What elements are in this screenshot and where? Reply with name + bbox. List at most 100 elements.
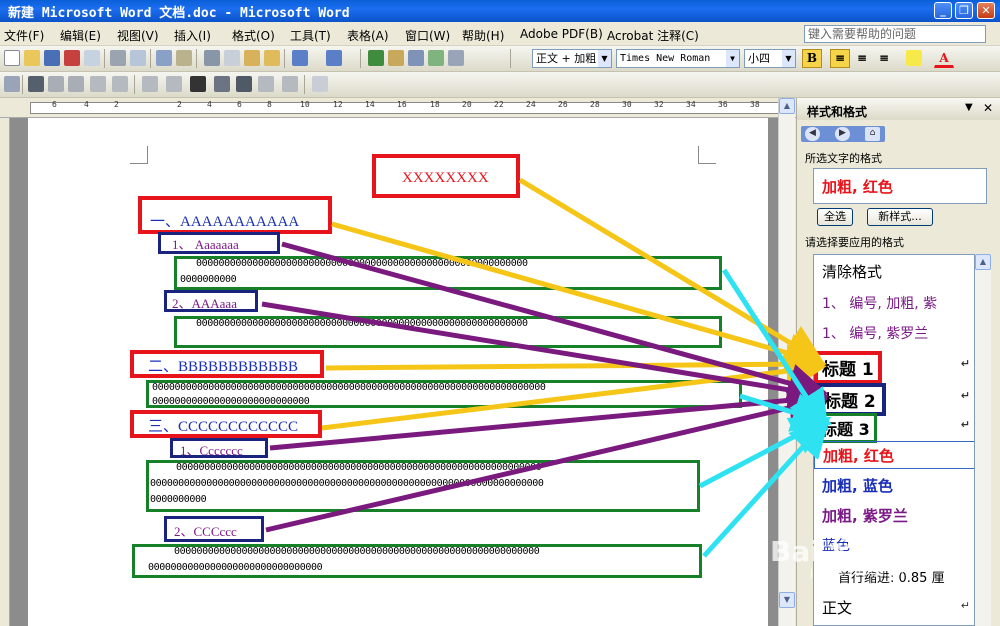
highlight-icon[interactable] [906, 50, 922, 66]
selected-format-value[interactable]: 加粗, 红色 [813, 168, 987, 204]
print-preview-icon[interactable] [130, 50, 146, 66]
align-right-button[interactable]: ≡ [874, 49, 894, 68]
body-text[interactable]: 0000000000000000000000000000000000000000… [152, 382, 546, 393]
redo-icon[interactable] [326, 50, 342, 66]
align-icon[interactable] [90, 76, 106, 92]
permission-icon[interactable] [64, 50, 80, 66]
style-item-heading-1[interactable]: 标题 1 ↵ [814, 351, 974, 384]
body-text[interactable]: 0000000000000000000000000000000000000000… [150, 478, 544, 489]
circle-tool-icon[interactable] [48, 76, 64, 92]
body-text[interactable]: 0000000000000000000000000000000000000000… [196, 258, 528, 269]
body-text[interactable]: 0000000000000000000000000000000 [148, 562, 323, 573]
menu-format[interactable]: 格式(O) [232, 27, 275, 44]
close-icon[interactable]: ✕ [983, 101, 993, 115]
style-item-numbering-violet[interactable]: 1、 编号, 紫罗兰 [814, 323, 974, 343]
scroll-up-icon[interactable]: ▲ [975, 254, 991, 270]
compress-icon[interactable] [236, 76, 252, 92]
horizontal-ruler[interactable]: 6 4 2 2 4 6 8 10 12 14 16 18 20 22 24 26… [0, 98, 800, 118]
print-icon[interactable] [110, 50, 126, 66]
columns-layout-icon[interactable] [28, 76, 44, 92]
heading-1-b[interactable]: 二、BBBBBBBBBBBB [148, 355, 298, 376]
styles-list-scrollbar[interactable]: ▲ [975, 254, 991, 626]
insert-table-icon[interactable] [408, 50, 424, 66]
body-text[interactable]: 0000000000000000000000000000 [152, 396, 310, 407]
document-page[interactable]: XXXXXXXX 一、AAAAAAAAAAA 1、 Aaaaaaa 000000… [28, 118, 768, 626]
paste-icon[interactable] [244, 50, 260, 66]
style-item-numbering-bold-purple[interactable]: 1、 编号, 加粗, 紫 [814, 293, 974, 313]
font-color-button[interactable]: A [934, 49, 954, 68]
body-text[interactable]: 0000000000000000000000000000000000000000… [176, 462, 542, 473]
bold-button[interactable]: B [802, 49, 822, 68]
home-icon[interactable]: ⌂ [865, 127, 880, 141]
forward-icon[interactable]: ▶ [835, 127, 850, 141]
menu-view[interactable]: 视图(V) [117, 27, 159, 44]
style-item-bold-violet[interactable]: 加粗, 紫罗兰 [814, 505, 974, 526]
style-dropdown[interactable]: 正文 + 加粗 ▼ [532, 49, 612, 68]
heading-1-c[interactable]: 三、CCCCCCCCCCCC [148, 415, 298, 436]
email-icon[interactable] [84, 50, 100, 66]
crop-icon[interactable] [214, 76, 230, 92]
cut-icon[interactable] [204, 50, 220, 66]
font-size-dropdown[interactable]: 小四 ▼ [744, 49, 796, 68]
distribute-icon[interactable] [112, 76, 128, 92]
body-text[interactable]: 0000000000 [150, 494, 207, 505]
new-document-icon[interactable] [4, 50, 20, 66]
ellipse-tool-icon[interactable] [68, 76, 84, 92]
heading-1-a[interactable]: 一、AAAAAAAAAAA [150, 210, 299, 231]
menu-insert[interactable]: 插入(I) [174, 27, 211, 44]
save-icon[interactable] [44, 50, 60, 66]
document-title[interactable]: XXXXXXXX [402, 170, 489, 187]
minimize-button[interactable]: _ [934, 2, 952, 19]
style-item-heading-2[interactable]: 标题 2 ↵ [814, 383, 974, 416]
edit-icon[interactable] [282, 76, 298, 92]
back-icon[interactable]: ◀ [805, 127, 820, 141]
menu-window[interactable]: 窗口(W) [405, 27, 450, 44]
new-style-button[interactable]: 新样式... [867, 208, 933, 226]
align-center-button[interactable]: ≡ [852, 49, 872, 68]
select-all-button[interactable]: 全选 [817, 208, 853, 226]
style-item-bold-red[interactable]: 加粗, 红色 [814, 441, 974, 469]
copy-icon[interactable] [224, 50, 240, 66]
undo-icon[interactable] [292, 50, 308, 66]
style-item-heading-3[interactable]: 标题 3 ↵ [814, 413, 974, 443]
style-item-bold-blue[interactable]: 加粗, 蓝色 [814, 475, 974, 496]
chevron-down-icon[interactable]: ▼ [965, 102, 973, 113]
insert-excel-icon[interactable] [428, 50, 444, 66]
rotate-icon[interactable] [142, 76, 158, 92]
columns-icon[interactable] [448, 50, 464, 66]
scroll-down-icon[interactable]: ▼ [779, 592, 795, 608]
line-style-icon[interactable] [190, 76, 206, 92]
hyperlink-icon[interactable] [368, 50, 384, 66]
heading-2-a2[interactable]: 2、AAAaaa [172, 293, 237, 312]
text-wrap-icon[interactable] [258, 76, 274, 92]
font-dropdown[interactable]: Times New Roman ▼ [616, 49, 740, 68]
restore-button[interactable]: ❐ [955, 2, 973, 19]
table-icon[interactable] [4, 76, 20, 92]
scroll-up-icon[interactable]: ▲ [779, 98, 795, 114]
menu-tools[interactable]: 工具(T) [290, 27, 331, 44]
research-icon[interactable] [176, 50, 192, 66]
style-item-normal[interactable]: 正文 ↵ [814, 597, 974, 618]
reset-picture-icon[interactable] [312, 76, 328, 92]
body-text[interactable]: 0000000000 [180, 274, 237, 285]
body-text[interactable]: 0000000000000000000000000000000000000000… [174, 546, 540, 557]
tables-borders-icon[interactable] [388, 50, 404, 66]
vertical-ruler[interactable] [0, 118, 10, 626]
menu-file[interactable]: 文件(F) [4, 27, 44, 44]
flip-icon[interactable] [166, 76, 182, 92]
heading-2-c2[interactable]: 2、CCCccc [174, 521, 237, 540]
spelling-icon[interactable] [156, 50, 172, 66]
heading-2-a1[interactable]: 1、 Aaaaaaa [172, 234, 239, 253]
format-painter-icon[interactable] [264, 50, 280, 66]
open-folder-icon[interactable] [24, 50, 40, 66]
menu-edit[interactable]: 编辑(E) [60, 27, 101, 44]
help-search-input[interactable]: 键入需要帮助的问题 [804, 25, 986, 43]
menu-adobe-pdf[interactable]: Adobe PDF(B) [520, 27, 603, 41]
menu-table[interactable]: 表格(A) [347, 27, 389, 44]
align-left-button[interactable]: ≡ [830, 49, 850, 68]
style-item-clear[interactable]: 清除格式 [814, 261, 974, 282]
heading-2-c1[interactable]: 1、Ccccccc [180, 440, 243, 459]
menu-acrobat-comment[interactable]: Acrobat 注释(C) [607, 27, 699, 44]
body-text[interactable]: 0000000000000000000000000000000000000000… [196, 318, 528, 329]
close-button[interactable]: ✕ [977, 2, 995, 19]
